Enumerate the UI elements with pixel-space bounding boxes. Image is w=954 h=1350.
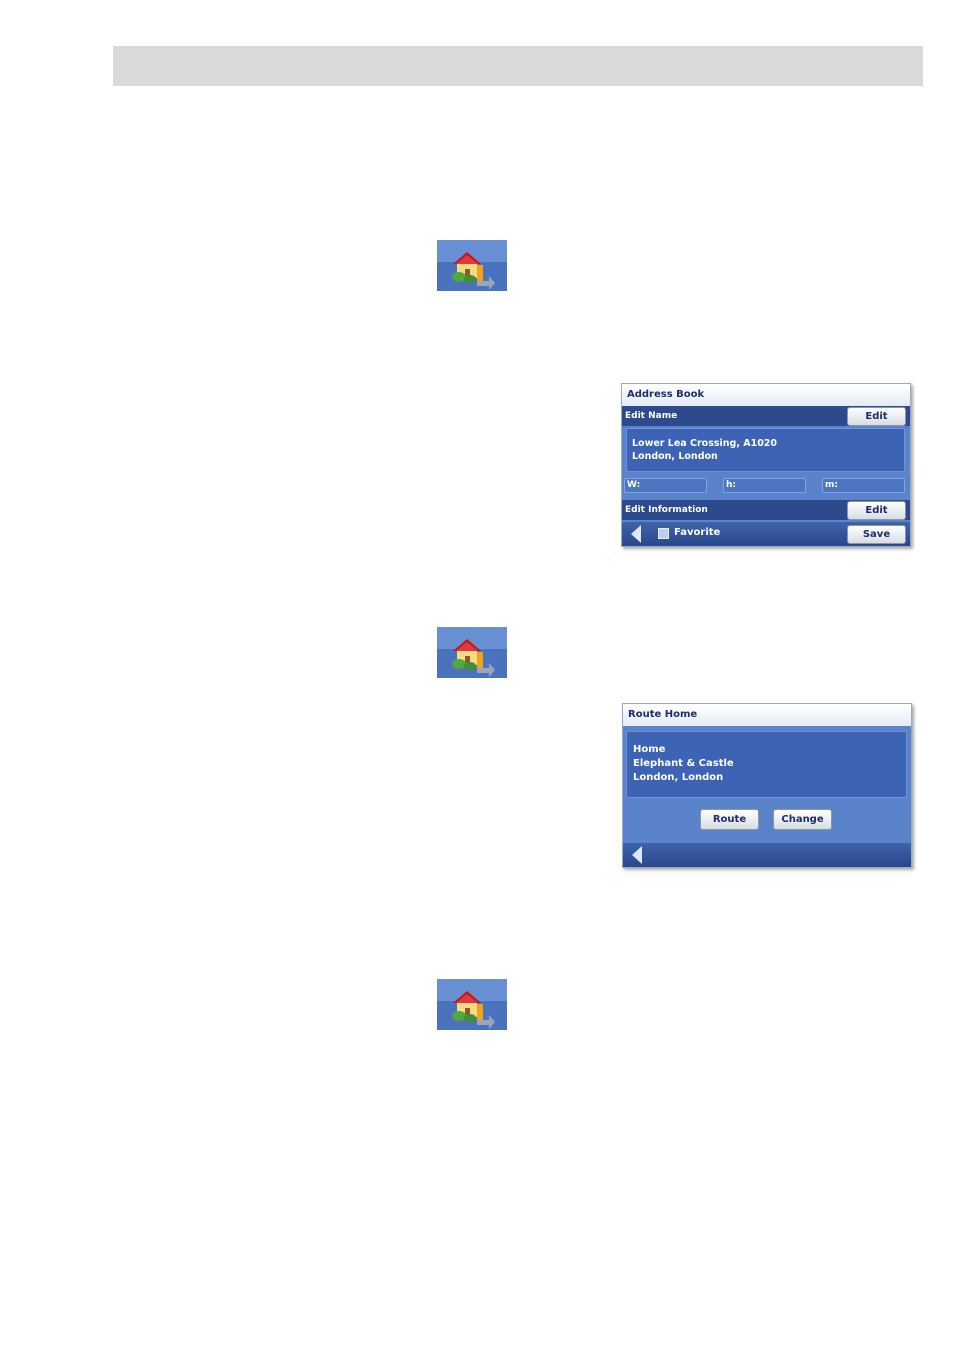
home-line-2: Elephant & Castle: [633, 758, 734, 769]
route-home-screen: Route Home Home Elephant & Castle London…: [622, 703, 912, 868]
home-icon: [437, 627, 507, 678]
m-field[interactable]: m:: [822, 478, 905, 493]
home-icon: [437, 979, 507, 1030]
edit-information-button[interactable]: Edit: [847, 501, 906, 520]
home-address-box: Home Elephant & Castle London, London: [626, 731, 907, 798]
favorite-checkbox[interactable]: [658, 528, 669, 539]
address-line-2: London, London: [632, 451, 718, 462]
change-button[interactable]: Change: [773, 809, 832, 830]
address-line-1: Lower Lea Crossing, A1020: [632, 438, 778, 449]
save-button[interactable]: Save: [847, 525, 906, 544]
route-home-bottom-bar: [623, 843, 911, 867]
edit-name-label: Edit Name: [625, 411, 678, 421]
address-text-box: Lower Lea Crossing, A1020 London, London: [626, 428, 905, 472]
address-book-screen: Address Book Edit Name Edit Lower Lea Cr…: [621, 383, 911, 547]
page-header-bar: [113, 46, 923, 86]
height-field[interactable]: h:: [723, 478, 806, 493]
back-arrow-icon[interactable]: [631, 846, 643, 864]
home-icon: [437, 240, 507, 291]
edit-information-label: Edit Information: [625, 505, 708, 515]
favorite-label: Favorite: [674, 527, 721, 538]
back-arrow-icon[interactable]: [630, 525, 642, 543]
home-line-3: London, London: [633, 772, 724, 783]
route-home-title: Route Home: [623, 704, 911, 726]
edit-name-button[interactable]: Edit: [847, 407, 906, 426]
home-line-1: Home: [633, 744, 666, 755]
width-field[interactable]: W:: [624, 478, 707, 493]
address-book-title: Address Book: [622, 384, 910, 406]
route-button[interactable]: Route: [700, 809, 759, 830]
